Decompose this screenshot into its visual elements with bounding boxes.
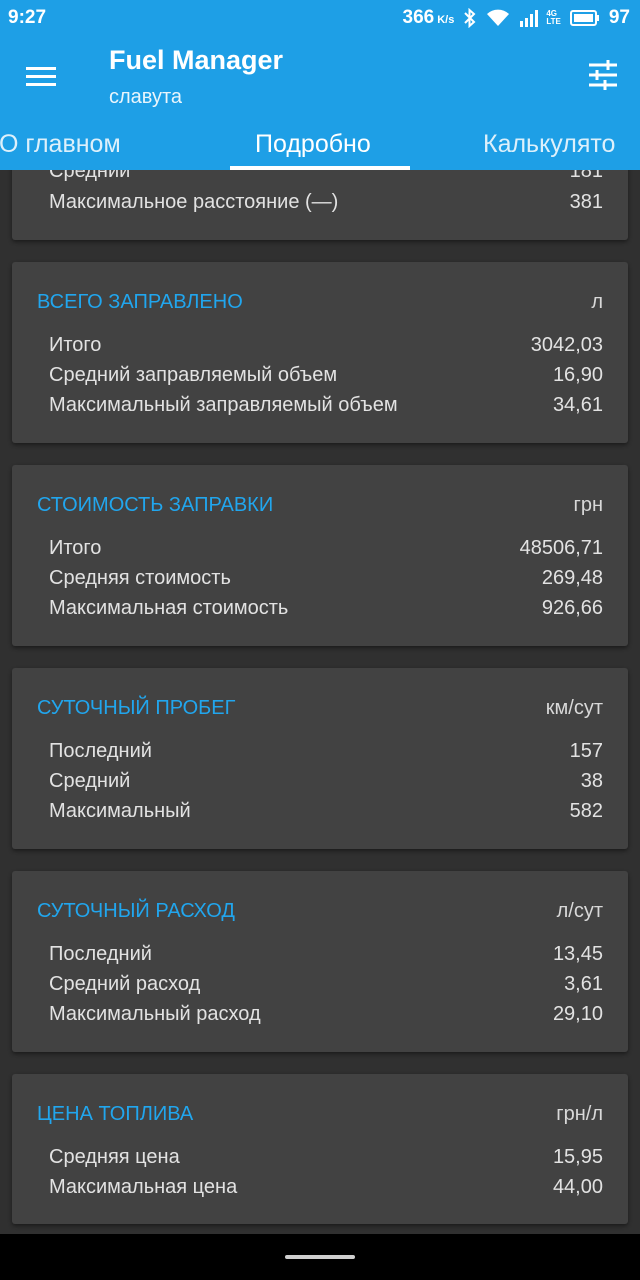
stat-row: Средняя стоимость 269,48 bbox=[49, 567, 603, 589]
stat-row: Максимальная стоимость 926,66 bbox=[49, 597, 603, 619]
total-fueled-card: ВСЕГО ЗАПРАВЛЕНО л Итого 3042,03 Средний… bbox=[12, 262, 628, 443]
vehicle-name: славута bbox=[109, 86, 183, 108]
network-speed: 366 K/s bbox=[403, 7, 455, 29]
card-unit: грн bbox=[573, 494, 603, 516]
status-icons: 366 K/s 4G LTE 97 bbox=[403, 7, 630, 29]
network-type-label: 4G LTE bbox=[546, 9, 561, 26]
card-title: СТОИМОСТЬ ЗАПРАВКИ bbox=[37, 494, 274, 516]
tab-details[interactable]: Подробно bbox=[255, 130, 371, 159]
stat-row: Средняя цена 15,95 bbox=[49, 1146, 603, 1168]
app-bar: Fuel Manager славута bbox=[0, 36, 640, 122]
card-unit: л/сут bbox=[556, 900, 603, 922]
battery-icon bbox=[569, 10, 600, 26]
card-title: СУТОЧНЫЙ РАСХОД bbox=[37, 900, 235, 922]
menu-icon[interactable] bbox=[26, 62, 58, 90]
status-time: 9:27 bbox=[8, 7, 47, 28]
network-speed-value: 366 bbox=[402, 7, 435, 28]
daily-mileage-card: СУТОЧНЫЙ ПРОБЕГ км/сут Последний 157 Сре… bbox=[12, 668, 628, 849]
stat-row: Последний 157 bbox=[49, 740, 603, 762]
stat-row: Средний заправляемый объем 16,90 bbox=[49, 364, 603, 386]
stat-row: Итого 3042,03 bbox=[49, 334, 603, 356]
fuel-price-card: ЦЕНА ТОПЛИВА грн/л Средняя цена 15,95 Ма… bbox=[12, 1074, 628, 1224]
stat-row: Средний 38 bbox=[49, 770, 603, 792]
details-content[interactable]: Средний 181 Максимальное расстояние (—) … bbox=[0, 170, 640, 1234]
stat-row: Максимальный 582 bbox=[49, 800, 603, 822]
stat-row: Средний 181 bbox=[49, 170, 603, 182]
system-nav-bar bbox=[0, 1234, 640, 1280]
card-unit: км/сут bbox=[545, 697, 603, 719]
stat-row: Максимальная цена 44,00 bbox=[49, 1176, 603, 1198]
app-title: Fuel Manager bbox=[109, 45, 284, 75]
stat-row: Итого 48506,71 bbox=[49, 537, 603, 559]
signal-icon bbox=[519, 9, 541, 27]
card-title: ВСЕГО ЗАПРАВЛЕНО bbox=[37, 291, 243, 313]
stat-row: Максимальный заправляемый объем 34,61 bbox=[49, 394, 603, 416]
stat-row: Максимальный расход 29,10 bbox=[49, 1003, 603, 1025]
distance-card: Средний 181 Максимальное расстояние (—) … bbox=[12, 170, 628, 240]
filter-settings-icon[interactable] bbox=[586, 58, 620, 92]
tab-overview[interactable]: О главном bbox=[0, 130, 121, 159]
card-unit: грн/л bbox=[556, 1103, 603, 1125]
battery-percent: 97 bbox=[608, 7, 630, 28]
bluetooth-icon bbox=[463, 8, 477, 28]
network-speed-unit: K/s bbox=[437, 14, 455, 26]
card-title: ЦЕНА ТОПЛИВА bbox=[37, 1103, 194, 1125]
tab-calculator[interactable]: Калькулято bbox=[483, 130, 615, 159]
home-gesture-bar[interactable] bbox=[285, 1255, 355, 1259]
tab-bar: О главном Подробно Калькулято bbox=[0, 122, 640, 170]
card-unit: л bbox=[591, 291, 603, 313]
stat-row: Максимальное расстояние (—) 381 bbox=[49, 191, 603, 213]
stat-row: Последний 13,45 bbox=[49, 943, 603, 965]
card-title: СУТОЧНЫЙ ПРОБЕГ bbox=[37, 697, 236, 719]
stat-row: Средний расход 3,61 bbox=[49, 973, 603, 995]
wifi-icon bbox=[486, 9, 510, 27]
refuel-cost-card: СТОИМОСТЬ ЗАПРАВКИ грн Итого 48506,71 Ср… bbox=[12, 465, 628, 646]
daily-consumption-card: СУТОЧНЫЙ РАСХОД л/сут Последний 13,45 Ср… bbox=[12, 871, 628, 1052]
status-bar: 9:27 366 K/s 4G LTE 97 bbox=[0, 0, 640, 36]
screen: 9:27 366 K/s 4G LTE 97 Fuel Manager слав… bbox=[0, 0, 640, 1280]
